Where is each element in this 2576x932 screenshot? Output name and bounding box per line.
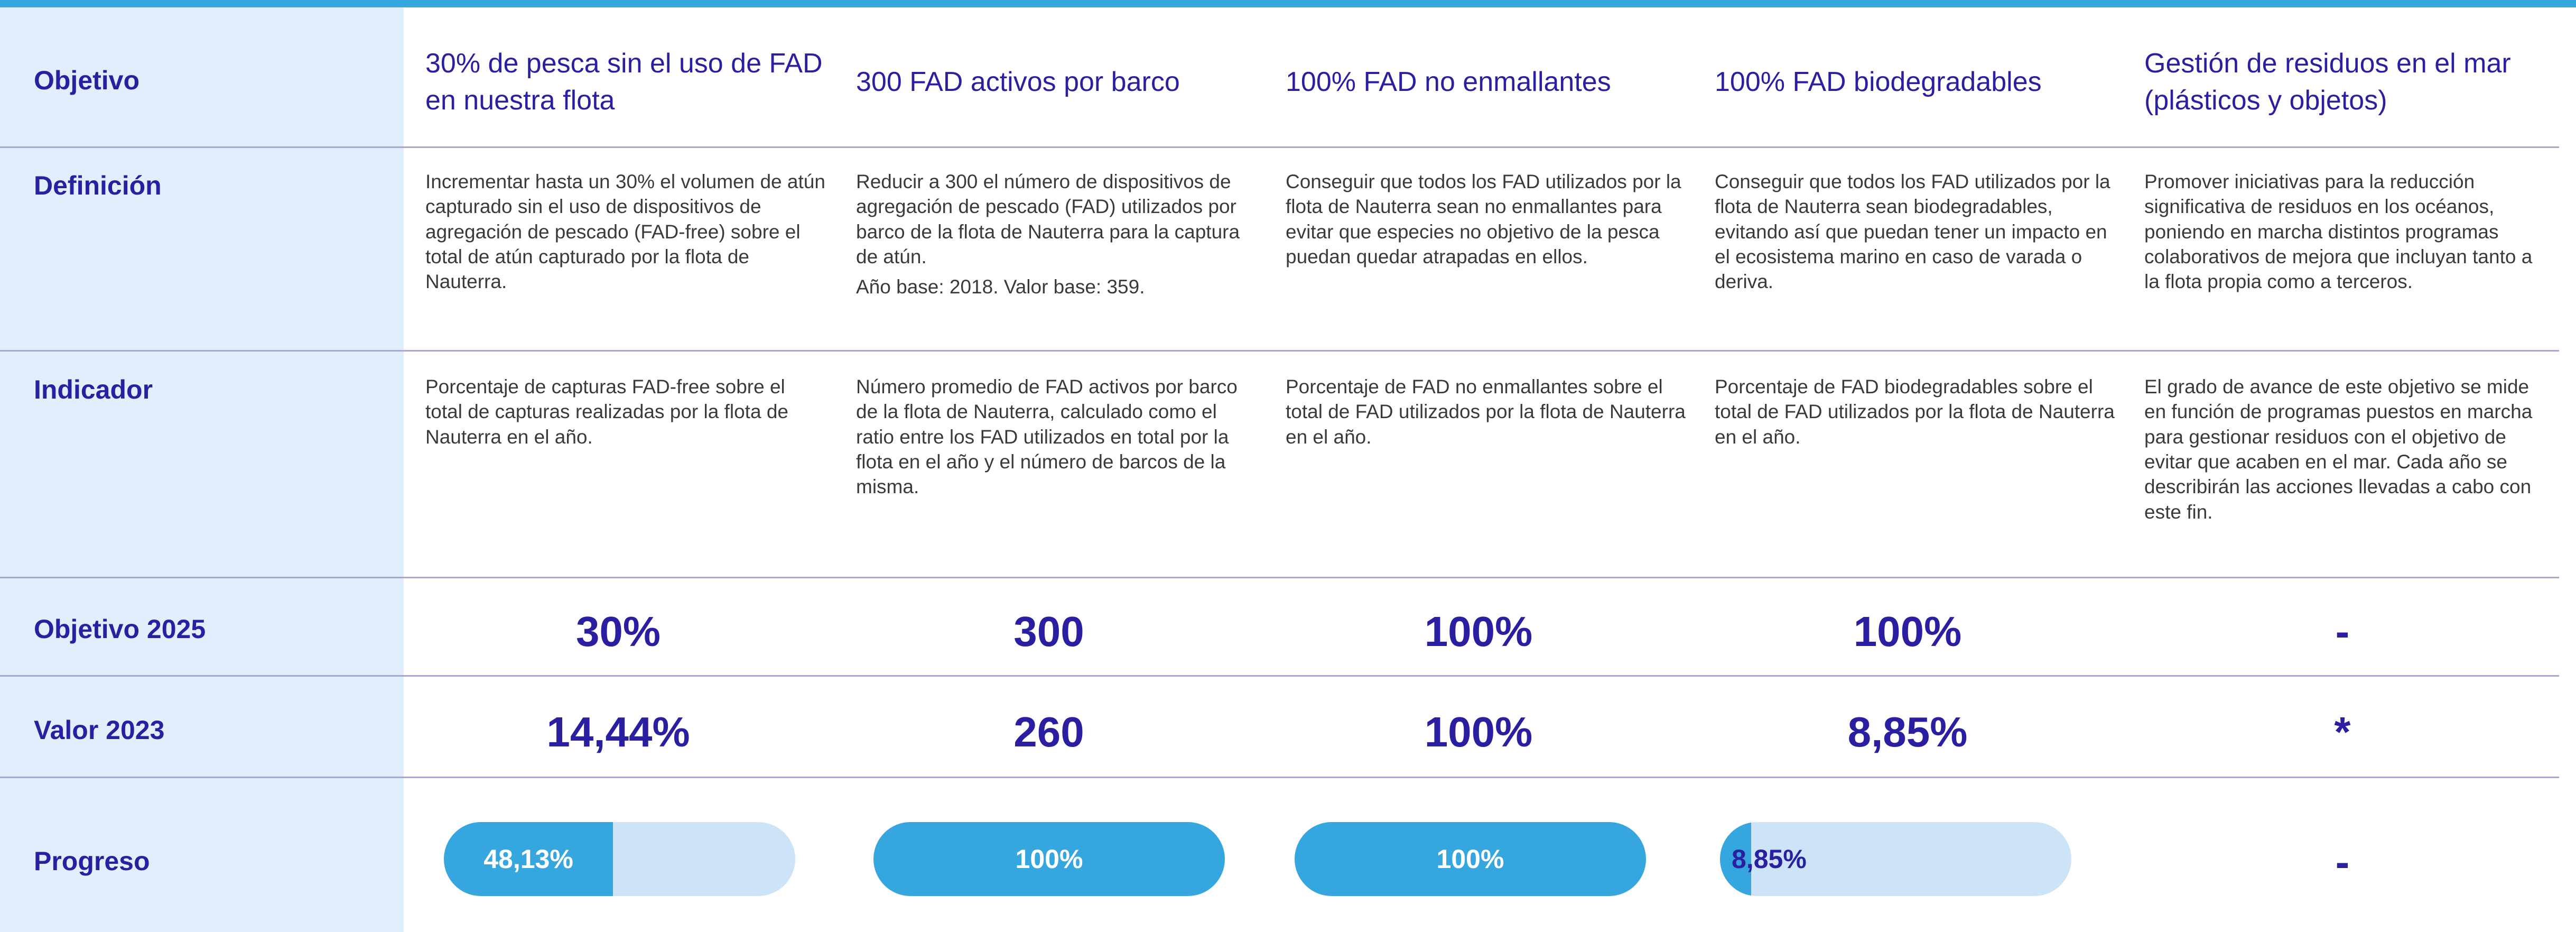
progress-bar: 100% [873, 822, 1225, 896]
objective-title: 30% de pesca sin el uso de FAD en nuestr… [425, 48, 823, 116]
definition-text: Reducir a 300 el número de dispositivos … [856, 169, 1258, 300]
row-divider [0, 675, 2559, 677]
value-2023: 260 [1013, 708, 1084, 755]
progress-label: 100% [1436, 844, 1504, 874]
indicator-text: El grado de avance de este objetivo se m… [2144, 376, 2533, 523]
value-2023: * [2334, 708, 2351, 755]
value-2023: 14,44% [546, 708, 690, 755]
progress-label: 48,13% [483, 844, 573, 874]
row-label-definicion: Definición [34, 171, 162, 200]
objective-2025-value: - [2335, 608, 2350, 655]
value-2023: 8,85% [1847, 708, 1968, 755]
indicator-text: Número promedio de FAD activos por barco… [856, 376, 1238, 498]
row-label-objetivo-2025: Objetivo 2025 [34, 614, 206, 644]
row-label-progreso: Progreso [34, 846, 150, 876]
row-label-valor-2023: Valor 2023 [34, 715, 165, 745]
definition-paragraph: Incrementar hasta un 30% el volumen de a… [425, 171, 825, 293]
value-2023: 100% [1424, 708, 1533, 755]
definition-paragraph: Conseguir que todos los FAD utilizados p… [1715, 171, 2110, 293]
indicator-text: Porcentaje de FAD no enmallantes sobre e… [1286, 376, 1686, 448]
objective-title: 100% FAD no enmallantes [1286, 67, 1611, 97]
row-divider [0, 777, 2559, 778]
definition-text: Conseguir que todos los FAD utilizados p… [1286, 169, 1687, 269]
definition-paragraph: Promover iniciativas para la reducción s… [2144, 171, 2533, 293]
objective-title: 300 FAD activos por barco [856, 67, 1180, 97]
progress-bar: 100% [1295, 822, 1646, 896]
progress-bar: 48,13% [444, 822, 795, 896]
progress-bar: 8,85% [1720, 822, 2071, 896]
progress-label: 8,85% [1732, 844, 1807, 874]
objective-2025-value: 100% [1424, 608, 1533, 655]
definition-paragraph: Conseguir que todos los FAD utilizados p… [1286, 171, 1681, 268]
definition-paragraph: Reducir a 300 el número de dispositivos … [856, 171, 1240, 268]
top-accent-bar [0, 0, 2576, 7]
indicator-text: Porcentaje de capturas FAD-free sobre el… [425, 376, 788, 448]
definition-text: Conseguir que todos los FAD utilizados p… [1715, 169, 2116, 294]
definition-text: Promover iniciativas para la reducción s… [2144, 169, 2549, 294]
row-label-indicador: Indicador [34, 375, 153, 404]
objective-title: Gestión de residuos en el mar (plásticos… [2144, 48, 2511, 116]
indicator-text: Porcentaje de FAD biodegradables sobre e… [1715, 376, 2115, 448]
row-divider [0, 350, 2559, 352]
objective-2025-value: 100% [1853, 608, 1962, 655]
objective-title: 100% FAD biodegradables [1715, 67, 2042, 97]
definition-paragraph: Año base: 2018. Valor base: 359. [856, 276, 1145, 298]
progress-label: 100% [1015, 844, 1083, 874]
row-label-objetivo: Objetivo [34, 66, 140, 95]
progress-placeholder: - [2335, 838, 2350, 885]
row-divider [0, 146, 2559, 148]
objective-2025-value: 300 [1013, 608, 1084, 655]
row-divider [0, 577, 2559, 578]
objective-2025-value: 30% [575, 608, 661, 655]
definition-text: Incrementar hasta un 30% el volumen de a… [425, 169, 827, 294]
